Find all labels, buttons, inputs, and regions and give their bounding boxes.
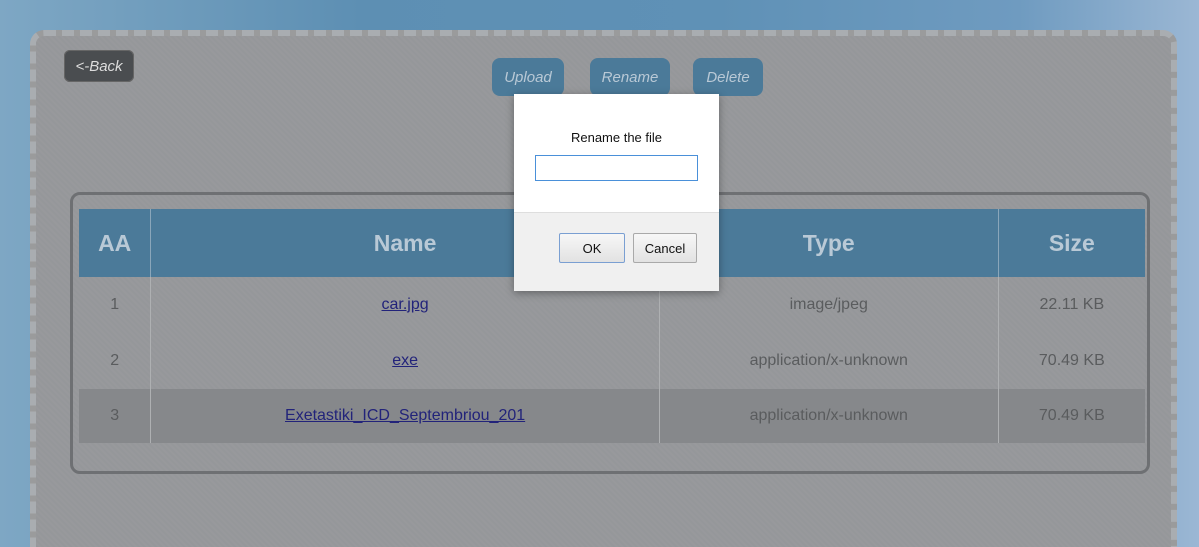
row-aa: 2 — [79, 333, 152, 389]
row-aa: 1 — [79, 277, 152, 333]
row-size: 70.49 KB — [998, 389, 1145, 443]
upload-button[interactable]: Upload — [492, 58, 564, 96]
row-type: application/x-unknown — [659, 333, 999, 389]
ok-button[interactable]: OK — [559, 233, 625, 263]
header-size[interactable]: Size — [998, 209, 1145, 277]
row-size: 70.49 KB — [1038, 352, 1105, 369]
dialog-message: Rename the file — [570, 130, 663, 145]
file-link[interactable]: car.jpg — [382, 296, 429, 313]
back-button[interactable]: <-Back — [64, 50, 134, 82]
row-aa: 3 — [79, 389, 152, 443]
cancel-button[interactable]: Cancel — [633, 233, 697, 263]
row-name-cell: Exetastiki_ICD_Septembriou_201 — [150, 389, 660, 443]
table-row-selected[interactable]: 3 Exetastiki_ICD_Septembriou_201 applica… — [79, 389, 1145, 443]
header-aa: AA — [79, 209, 152, 277]
rename-input[interactable] — [535, 155, 698, 181]
row-name-cell: exe — [150, 333, 660, 389]
rename-dialog: Rename the file OK Cancel — [514, 94, 719, 291]
delete-button[interactable]: Delete — [693, 58, 763, 96]
file-link[interactable]: Exetastiki_ICD_Septembriou_201 — [285, 407, 525, 424]
table-row[interactable]: 2 exe application/x-unknown 70.49 KB — [79, 333, 1145, 389]
row-size: 22.11 KB — [1039, 296, 1105, 313]
file-link[interactable]: exe — [392, 352, 418, 369]
row-type: application/x-unknown — [659, 389, 999, 443]
dialog-footer: OK Cancel — [514, 212, 719, 291]
rename-button[interactable]: Rename — [590, 58, 670, 96]
